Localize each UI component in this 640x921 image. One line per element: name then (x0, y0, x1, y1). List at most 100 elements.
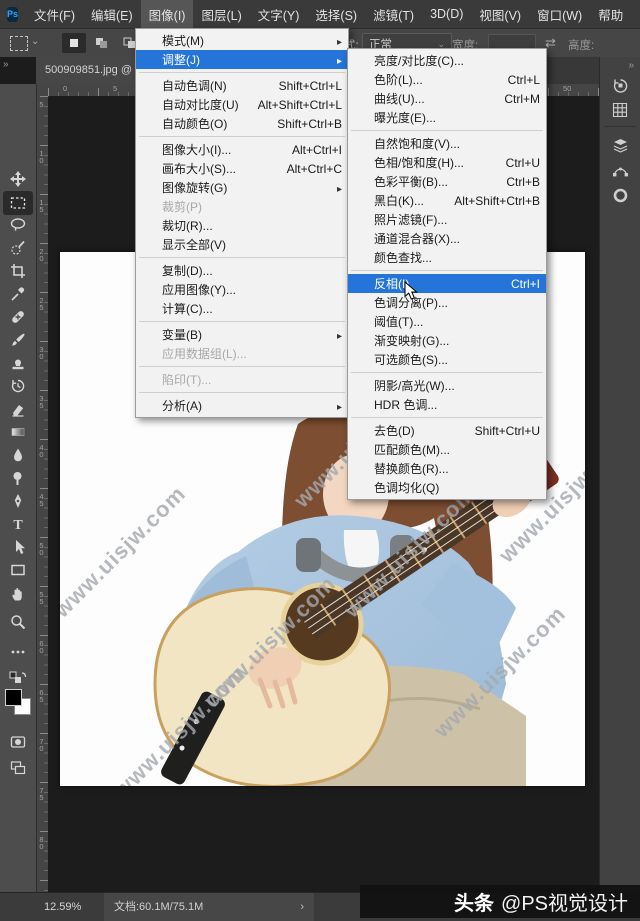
add-to-selection-button[interactable] (90, 33, 114, 53)
menu-item-adjustments[interactable]: 调整(J) (136, 50, 348, 69)
new-selection-button[interactable] (62, 33, 86, 53)
path-selection-tool[interactable] (6, 536, 30, 558)
menu-item-hdr-toning[interactable]: HDR 色调... (348, 395, 546, 414)
foreground-color-swatch[interactable] (5, 689, 22, 706)
vertical-ruler[interactable]: 5101520253035404550556065707580 (36, 96, 48, 893)
dodge-tool[interactable] (6, 467, 30, 489)
menu-item-auto-contrast[interactable]: 自动对比度(U)Alt+Shift+Ctrl+L (136, 95, 348, 114)
panel-collapse-icon[interactable]: » (628, 60, 633, 71)
menu-item-color-balance[interactable]: 色彩平衡(B)...Ctrl+B (348, 172, 546, 191)
minimize-button[interactable]: – (631, 0, 640, 28)
menu-item-shadows-highlights[interactable]: 阴影/高光(W)... (348, 376, 546, 395)
menu-item-auto-color[interactable]: 自动颜色(O)Shift+Ctrl+B (136, 114, 348, 133)
blur-tool[interactable] (6, 444, 30, 466)
menu-item-threshold[interactable]: 阈值(T)... (348, 312, 546, 331)
document-info[interactable]: 文档:60.1M/75.1M › (104, 893, 314, 921)
menu-item-selective-color[interactable]: 可选颜色(S)... (348, 350, 546, 369)
menu-item-black-white[interactable]: 黑白(K)...Alt+Shift+Ctrl+B (348, 191, 546, 210)
menu-separator (351, 372, 543, 373)
menu-item-hue-saturation[interactable]: 色相/饱和度(H)...Ctrl+U (348, 153, 546, 172)
menubar-help[interactable]: 帮助 (590, 0, 631, 29)
lasso-tool[interactable] (6, 214, 30, 236)
swatches-panel-icon[interactable] (609, 99, 631, 121)
spot-healing-brush-tool[interactable] (6, 306, 30, 328)
edit-toolbar-icon[interactable] (6, 641, 30, 663)
pen-tool[interactable] (6, 490, 30, 512)
menu-separator (139, 257, 345, 258)
menu-item-canvas-size[interactable]: 画布大小(S)...Alt+Ctrl+C (136, 159, 348, 178)
menubar-window[interactable]: 窗口(W) (529, 0, 590, 29)
rectangle-shape-tool[interactable] (6, 559, 30, 581)
menubar-type[interactable]: 文字(Y) (250, 0, 308, 29)
move-tool[interactable] (6, 168, 30, 190)
menu-item-analysis[interactable]: 分析(A) (136, 396, 348, 415)
quick-selection-tool[interactable] (6, 237, 30, 259)
tools-collapse-icon[interactable]: » (3, 59, 8, 70)
rectangular-marquee-tool[interactable] (3, 191, 33, 215)
ruler-label: 75 (37, 786, 46, 800)
menu-item-exposure[interactable]: 曝光度(E)... (348, 108, 546, 127)
menu-item-equalize[interactable]: 色调均化(Q) (348, 478, 546, 497)
menu-item-mode[interactable]: 模式(M) (136, 31, 348, 50)
quick-mask-icon[interactable] (6, 731, 30, 753)
menu-item-curves[interactable]: 曲线(U)...Ctrl+M (348, 89, 546, 108)
tool-preset-icon[interactable] (10, 36, 28, 51)
layers-panel-icon[interactable] (609, 134, 631, 156)
menu-item-image-rotation[interactable]: 图像旋转(G) (136, 178, 348, 197)
menu-item-trim[interactable]: 裁切(R)... (136, 216, 348, 235)
menu-item-photo-filter[interactable]: 照片滤镜(F)... (348, 210, 546, 229)
type-tool[interactable]: T (6, 513, 30, 535)
screen-mode-icon[interactable] (6, 757, 30, 779)
menu-item-variables[interactable]: 变量(B) (136, 325, 348, 344)
eraser-tool[interactable] (6, 398, 30, 420)
foreground-background-color-swatches[interactable] (5, 689, 31, 715)
menu-item-color-lookup[interactable]: 颜色查找... (348, 248, 546, 267)
menu-item-posterize[interactable]: 色调分离(P)... (348, 293, 546, 312)
menu-item-desaturate[interactable]: 去色(D)Shift+Ctrl+U (348, 421, 546, 440)
menu-item-replace-color[interactable]: 替换颜色(R)... (348, 459, 546, 478)
menubar-file[interactable]: 文件(F) (26, 0, 83, 29)
history-brush-tool[interactable] (6, 375, 30, 397)
menubar-edit[interactable]: 编辑(E) (83, 0, 141, 29)
ruler-label: 35 (37, 394, 46, 408)
clone-stamp-tool[interactable] (6, 352, 30, 374)
chevron-down-icon[interactable]: ⌄ (31, 36, 39, 47)
hand-tool[interactable] (6, 583, 30, 605)
zoom-tool[interactable] (6, 611, 30, 633)
menu-item-image-size[interactable]: 图像大小(I)...Alt+Ctrl+I (136, 140, 348, 159)
menu-item-match-color[interactable]: 匹配颜色(M)... (348, 440, 546, 459)
menubar-select[interactable]: 选择(S) (307, 0, 365, 29)
switch-colors-icon[interactable] (6, 667, 30, 689)
menu-item-gradient-map[interactable]: 渐变映射(G)... (348, 331, 546, 350)
paths-panel-icon[interactable] (609, 159, 631, 181)
menubar-view[interactable]: 视图(V) (471, 0, 529, 29)
menu-item-calculations[interactable]: 计算(C)... (136, 299, 348, 318)
menubar-3d[interactable]: 3D(D) (422, 2, 471, 26)
eyedropper-tool[interactable] (6, 283, 30, 305)
menubar-filter[interactable]: 滤镜(T) (365, 0, 422, 29)
menubar-layer[interactable]: 图层(L) (193, 0, 249, 29)
menu-item-vibrance[interactable]: 自然饱和度(V)... (348, 134, 546, 153)
ruler-label: 20 (37, 247, 46, 261)
menu-item-reveal-all[interactable]: 显示全部(V) (136, 235, 348, 254)
video-watermark-bar: 头条 @PS视觉设计 (360, 885, 640, 918)
brush-tool[interactable] (6, 329, 30, 351)
gradient-tool[interactable] (6, 421, 30, 443)
menu-separator (351, 417, 543, 418)
menu-item-levels[interactable]: 色阶(L)...Ctrl+L (348, 70, 546, 89)
menubar-image[interactable]: 图像(I) (141, 0, 194, 29)
crop-tool[interactable] (6, 260, 30, 282)
menu-item-brightness-contrast[interactable]: 亮度/对比度(C)... (348, 51, 546, 70)
svg-text:T: T (13, 518, 23, 532)
menu-item-invert[interactable]: 反相(I)Ctrl+I (348, 274, 546, 293)
menu-item-auto-tone[interactable]: 自动色调(N)Shift+Ctrl+L (136, 76, 348, 95)
status-chevron-icon[interactable]: › (300, 893, 304, 921)
color-panel-icon[interactable] (609, 184, 631, 206)
menu-item-duplicate[interactable]: 复制(D)... (136, 261, 348, 280)
menu-item-channel-mixer[interactable]: 通道混合器(X)... (348, 229, 546, 248)
photoshop-logo: Ps (7, 7, 18, 22)
zoom-level[interactable]: 12.59% (44, 893, 81, 921)
menu-item-apply-image[interactable]: 应用图像(Y)... (136, 280, 348, 299)
ruler-label: 65 (37, 688, 46, 702)
history-panel-icon[interactable] (609, 74, 631, 96)
